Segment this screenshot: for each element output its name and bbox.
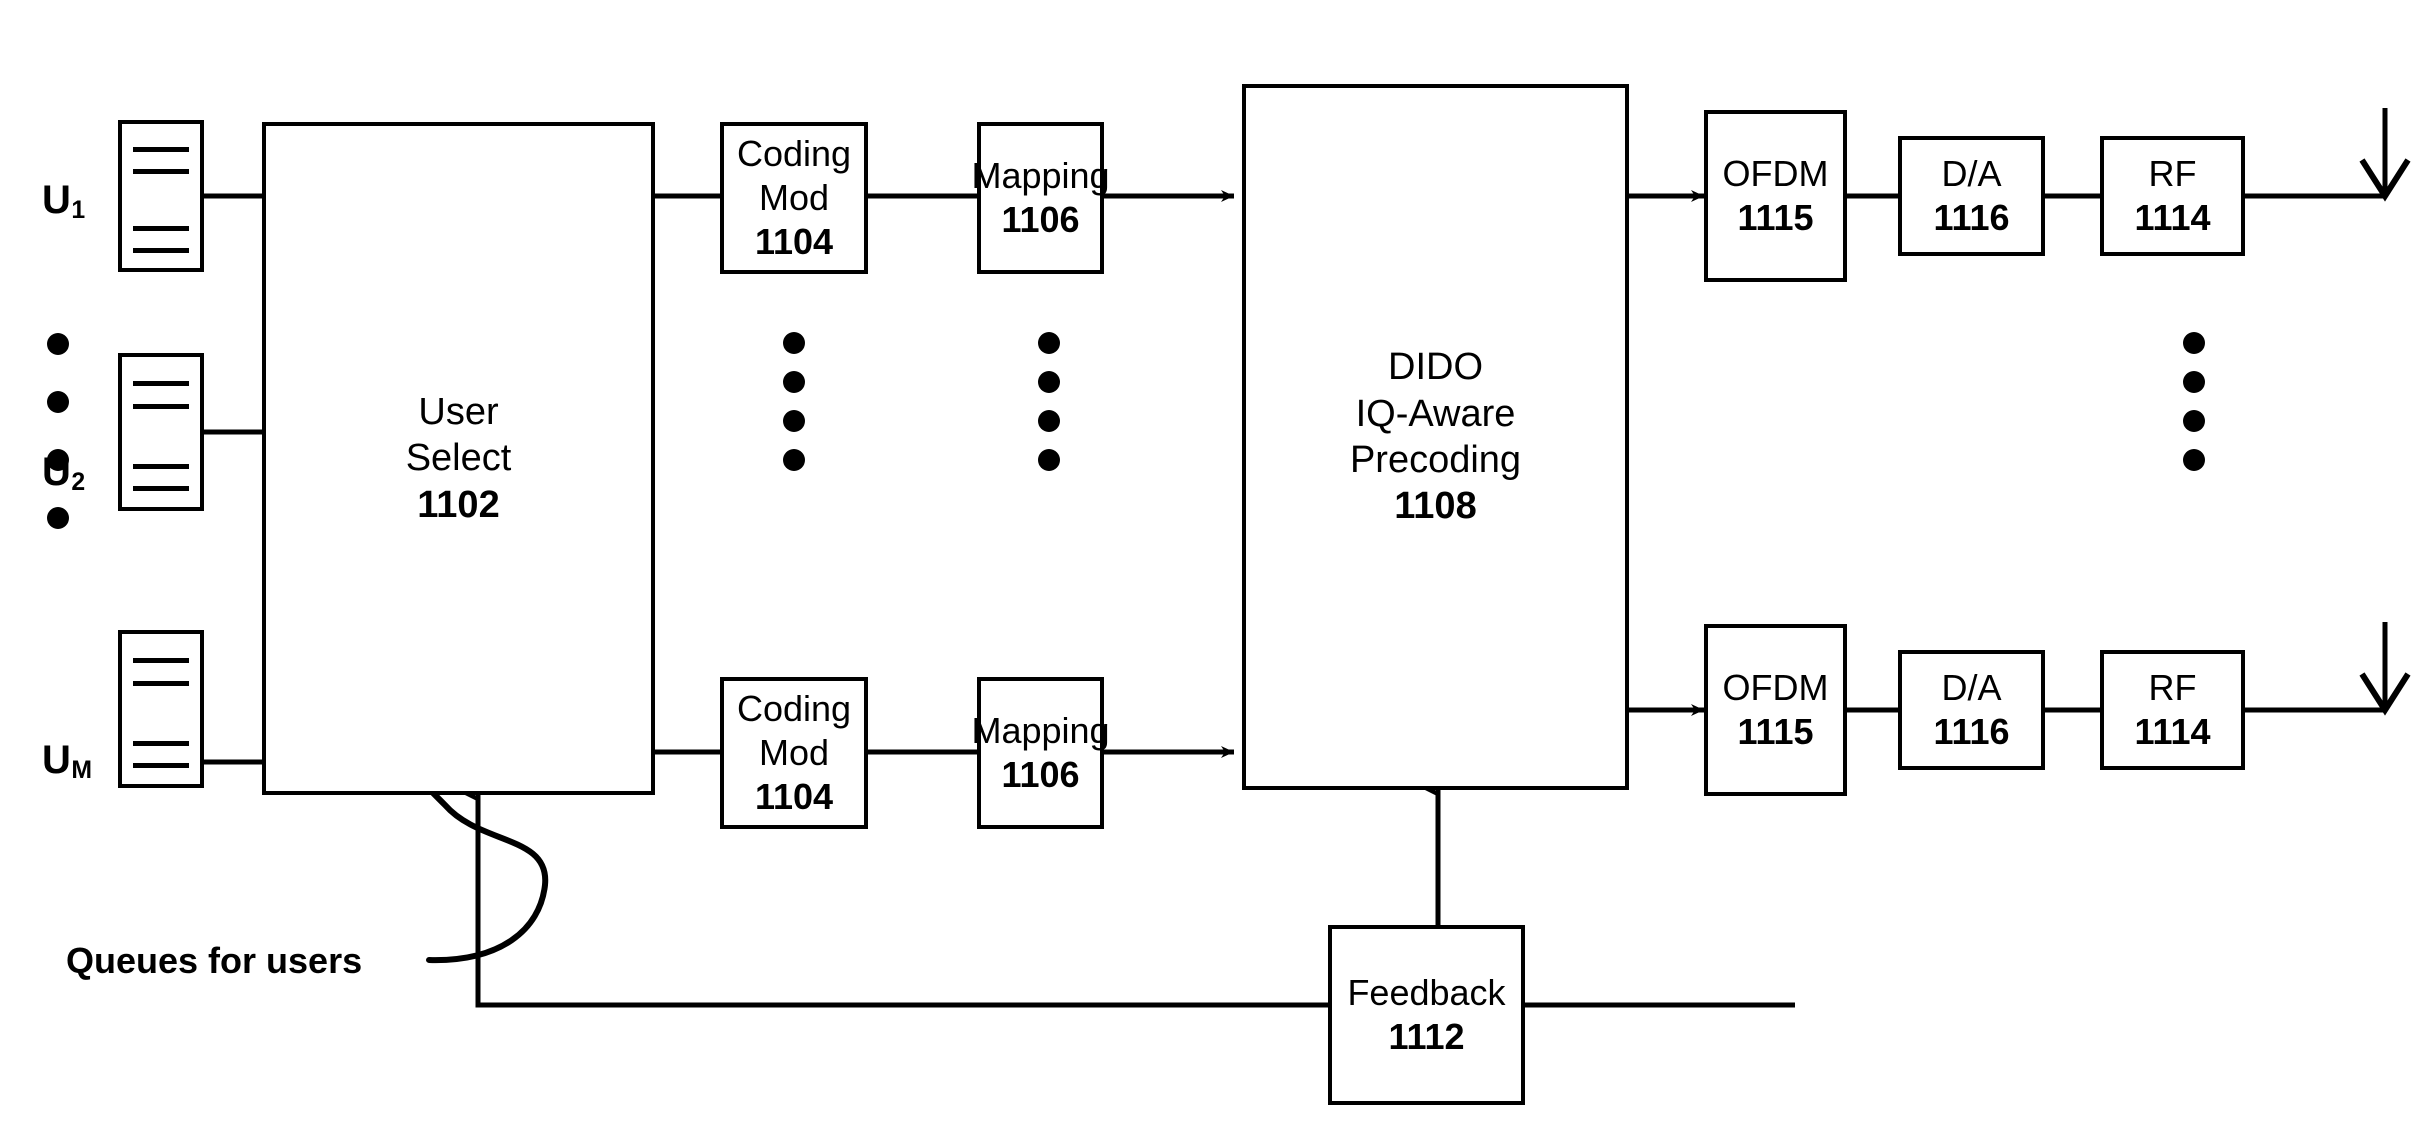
block-rf-top[interactable]: RF 1114	[2100, 136, 2245, 256]
queue-line	[132, 226, 190, 232]
user-label-base: U	[42, 178, 72, 222]
queue-box-um	[118, 630, 204, 788]
vertical-ellipsis-icon-rf	[2183, 332, 2205, 471]
queues-for-users-label: Queues for users	[66, 940, 363, 981]
block-reference-number: 1115	[1737, 711, 1814, 752]
ellipsis-dot	[47, 391, 69, 413]
vertical-ellipsis-icon-coding	[783, 332, 805, 471]
block-line: OFDM	[1722, 667, 1829, 709]
vertical-ellipsis-icon-users	[47, 333, 69, 529]
block-line: RF	[2148, 153, 2197, 195]
ellipsis-dot	[2183, 371, 2205, 393]
queue-line	[132, 403, 190, 409]
block-line: Mapping	[971, 710, 1110, 752]
block-reference-number: 1112	[1388, 1016, 1465, 1057]
queue-line	[132, 658, 190, 663]
block-dido-precoding[interactable]: DIDO IQ-Aware Precoding 1108	[1242, 84, 1629, 790]
block-line: Precoding	[1349, 439, 1522, 481]
block-rf-bottom[interactable]: RF 1114	[2100, 650, 2245, 770]
block-coding-mod-top[interactable]: Coding Mod 1104	[720, 122, 868, 274]
ellipsis-dot	[1038, 449, 1060, 471]
queue-line	[132, 486, 190, 491]
ellipsis-dot	[783, 332, 805, 354]
queue-line	[132, 740, 190, 746]
ellipsis-dot	[2183, 410, 2205, 432]
user-label-base: U	[42, 738, 72, 782]
user-label-sub: M	[71, 757, 93, 785]
block-coding-mod-bottom[interactable]: Coding Mod 1104	[720, 677, 868, 829]
ellipsis-dot	[783, 371, 805, 393]
block-line: D/A	[1941, 153, 2002, 195]
block-ofdm-top[interactable]: OFDM 1115	[1704, 110, 1847, 282]
block-da-top[interactable]: D/A 1116	[1898, 136, 2045, 256]
queue-line	[132, 763, 190, 768]
ellipsis-dot	[2183, 332, 2205, 354]
ellipsis-dot	[783, 410, 805, 432]
block-line: Mapping	[971, 155, 1110, 197]
block-line: Coding	[736, 688, 852, 730]
user-label-sub: 2	[71, 469, 86, 497]
block-reference-number: 1115	[1737, 197, 1814, 238]
block-line: Select	[405, 437, 512, 480]
block-line: IQ-Aware	[1355, 392, 1516, 435]
block-reference-number: 1106	[1001, 754, 1080, 795]
vertical-ellipsis-icon-mapping	[1038, 332, 1060, 471]
block-feedback[interactable]: Feedback 1112	[1328, 925, 1525, 1105]
link-feedback-to-user-select	[465, 788, 1328, 1008]
ellipsis-dot	[783, 449, 805, 471]
ellipsis-dot	[47, 507, 69, 529]
block-line: User	[418, 390, 499, 433]
block-da-bottom[interactable]: D/A 1116	[1898, 650, 2045, 770]
ellipsis-dot	[47, 333, 69, 355]
block-reference-number: 1106	[1001, 199, 1080, 240]
block-reference-number: 1108	[1394, 485, 1477, 528]
block-reference-number: 1102	[417, 483, 500, 526]
figure-canvas: U1 U2 UM Queues for users User Select 11…	[0, 0, 2415, 1143]
ellipsis-dot	[1038, 332, 1060, 354]
queue-line	[132, 247, 190, 253]
block-reference-number: 1114	[2134, 197, 2211, 238]
ellipsis-dot	[47, 449, 69, 471]
user-label-u1: U1	[42, 178, 86, 225]
block-reference-number: 1104	[754, 775, 834, 817]
block-line: Coding	[736, 133, 852, 175]
ellipsis-dot	[1038, 410, 1060, 432]
queue-line	[132, 381, 190, 386]
block-line: DIDO	[1388, 346, 1483, 389]
user-label-um: UM	[42, 738, 93, 785]
ellipsis-dot	[2183, 449, 2205, 471]
block-line: RF	[2148, 667, 2197, 709]
queue-line	[132, 168, 190, 174]
queue-line	[132, 463, 190, 469]
queue-box-u1	[118, 120, 204, 272]
block-line: Mod	[758, 177, 830, 219]
queue-box-u2	[118, 353, 204, 511]
block-ofdm-bottom[interactable]: OFDM 1115	[1704, 624, 1847, 796]
block-line: Feedback	[1347, 972, 1506, 1014]
block-line: Mod	[758, 732, 830, 774]
block-reference-number: 1116	[1933, 197, 2010, 238]
block-line: OFDM	[1722, 153, 1829, 195]
user-label-sub: 1	[71, 197, 86, 225]
ellipsis-dot	[1038, 371, 1060, 393]
block-mapping-bottom[interactable]: Mapping 1106	[971, 677, 1110, 829]
block-user-select[interactable]: User Select 1102	[262, 122, 655, 795]
queue-line	[132, 680, 190, 686]
block-mapping-top[interactable]: Mapping 1106	[971, 122, 1110, 274]
queue-line	[132, 147, 190, 153]
block-reference-number: 1104	[754, 220, 834, 262]
block-line: D/A	[1941, 667, 2002, 709]
block-reference-number: 1116	[1933, 711, 2010, 752]
block-reference-number: 1114	[2134, 711, 2211, 752]
